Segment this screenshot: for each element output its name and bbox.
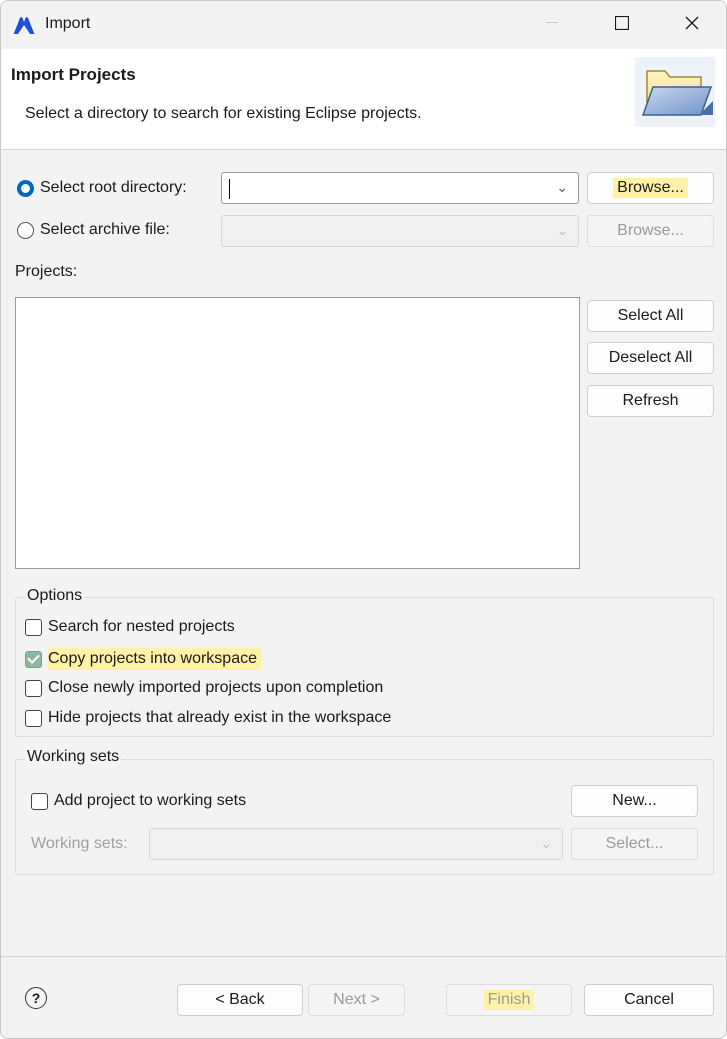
browse-directory-button[interactable]: Browse...	[587, 172, 714, 204]
projects-label: Projects:	[15, 263, 78, 280]
working-sets-combo: ⌄	[149, 828, 563, 860]
cancel-label: Cancel	[624, 991, 674, 1008]
browse-archive-button: Browse...	[587, 215, 714, 247]
hide-existing-checkbox[interactable]: Hide projects that already exist in the …	[25, 709, 391, 727]
next-button: Next >	[308, 984, 405, 1016]
working-sets-label: Working sets:	[31, 835, 128, 852]
checkbox-icon	[31, 792, 48, 810]
copy-into-workspace-checkbox[interactable]: Copy projects into workspace	[25, 648, 261, 670]
cancel-button[interactable]: Cancel	[584, 984, 714, 1016]
close-imported-checkbox[interactable]: Close newly imported projects upon compl…	[25, 679, 383, 697]
close-button[interactable]	[667, 1, 717, 45]
browse-directory-label: Browse...	[613, 178, 688, 198]
radio-selected-icon	[17, 179, 34, 197]
archive-file-radio[interactable]: Select archive file:	[17, 221, 170, 239]
archive-file-label: Select archive file:	[40, 221, 170, 238]
new-working-set-button[interactable]: New...	[571, 785, 698, 817]
add-to-working-sets-label: Add project to working sets	[54, 792, 247, 809]
search-nested-label: Search for nested projects	[48, 618, 235, 635]
select-working-sets-button: Select...	[571, 828, 698, 860]
finish-label: Finish	[483, 990, 535, 1010]
wizard-header: Import Projects Select a directory to se…	[1, 49, 726, 150]
checkbox-checked-icon	[25, 650, 42, 668]
search-nested-checkbox[interactable]: Search for nested projects	[25, 618, 235, 636]
working-sets-title: Working sets	[25, 748, 122, 766]
finish-button: Finish	[446, 984, 572, 1016]
root-directory-combo[interactable]: ⌄	[221, 172, 579, 204]
close-icon	[685, 16, 699, 30]
page-title: Import Projects	[11, 65, 136, 84]
import-dialog: Import Import Projects Select a director…	[0, 0, 727, 1039]
deselect-all-label: Deselect All	[608, 349, 693, 366]
select-all-label: Select All	[617, 307, 684, 324]
refresh-button[interactable]: Refresh	[587, 385, 714, 417]
back-button[interactable]: < Back	[177, 984, 303, 1016]
chevron-down-icon: ⌄	[540, 835, 552, 851]
checkbox-icon	[25, 679, 42, 697]
window-title: Import	[45, 15, 91, 32]
checkbox-icon	[25, 618, 42, 636]
archive-file-combo: ⌄	[221, 215, 579, 247]
minimize-icon	[546, 22, 558, 23]
maximize-icon	[615, 16, 629, 30]
options-title: Options	[25, 587, 85, 605]
new-working-set-label: New...	[612, 792, 657, 809]
projects-list[interactable]	[15, 297, 580, 569]
close-imported-label: Close newly imported projects upon compl…	[48, 679, 384, 696]
hide-existing-label: Hide projects that already exist in the …	[48, 709, 392, 726]
browse-archive-label: Browse...	[617, 222, 684, 239]
select-all-button[interactable]: Select All	[587, 300, 714, 332]
page-description: Select a directory to search for existin…	[25, 105, 422, 122]
maximize-button[interactable]	[597, 1, 647, 45]
back-label: < Back	[215, 991, 265, 1008]
folder-icon	[635, 57, 715, 127]
help-icon[interactable]: ?	[25, 987, 47, 1009]
radio-unselected-icon	[17, 221, 34, 239]
footer-separator	[1, 956, 726, 957]
deselect-all-button[interactable]: Deselect All	[587, 342, 714, 374]
root-directory-label: Select root directory:	[40, 179, 187, 196]
refresh-label: Refresh	[622, 392, 679, 409]
chevron-down-icon: ⌄	[556, 222, 568, 238]
add-to-working-sets-checkbox[interactable]: Add project to working sets	[31, 792, 246, 810]
next-label: Next >	[333, 991, 380, 1008]
text-cursor	[229, 179, 230, 199]
title-bar: Import	[1, 1, 726, 49]
app-logo-icon	[13, 17, 35, 34]
chevron-down-icon: ⌄	[556, 179, 568, 195]
copy-into-workspace-label: Copy projects into workspace	[48, 648, 261, 670]
select-working-sets-label: Select...	[605, 835, 664, 852]
minimize-button[interactable]	[527, 1, 577, 45]
root-directory-radio[interactable]: Select root directory:	[17, 179, 187, 197]
checkbox-icon	[25, 709, 42, 727]
